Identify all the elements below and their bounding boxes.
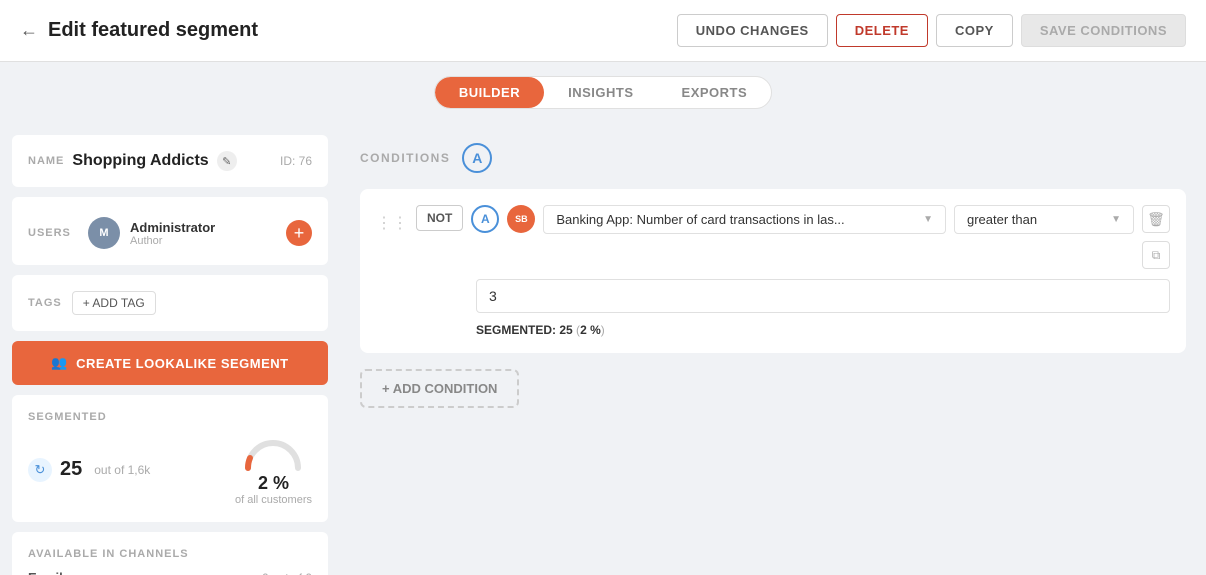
tabs-bar: BUILDER INSIGHTS EXPORTS [0,62,1206,123]
add-tag-button[interactable]: + ADD TAG [72,291,156,315]
user-name: Administrator [130,220,276,235]
channels-card: AVAILABLE IN CHANNELS Emails 0 out of 0 [12,532,328,575]
channel-row: Emails 0 out of 0 [28,570,312,575]
header-actions: UNDO CHANGES DELETE COPY SAVE CONDITIONS [677,14,1186,47]
name-row: NAME Shopping Addicts ✎ ID: 76 [28,151,312,171]
main-layout: NAME Shopping Addicts ✎ ID: 76 USERS M A… [0,123,1206,575]
users-row: USERS M Administrator Author + [28,217,312,249]
field-text: Banking App: Number of card transactions… [556,212,844,227]
gauge-container: 2 % of all customers [235,433,312,506]
value-input-row [376,279,1170,313]
segmented-info-count: 25 [559,323,572,337]
segmented-row: ↻ 25 out of 1,6k 2 % of all customers [28,433,312,506]
segmented-label: SEGMENTED [28,411,312,423]
conditions-badge: A [462,143,492,173]
conditions-label: CONDITIONS [360,151,450,165]
user-role: Author [130,235,276,247]
add-user-button[interactable]: + [286,220,312,246]
condition-a-badge: A [471,205,499,233]
save-conditions-button[interactable]: SAVE CONDITIONS [1021,14,1186,47]
lookalike-label: CREATE LOOKALIKE SEGMENT [76,356,289,371]
tabs-container: BUILDER INSIGHTS EXPORTS [434,76,772,109]
right-buttons: 🗑 ⧉ [1142,205,1170,269]
avatar: M [88,217,120,249]
refresh-icon[interactable]: ↻ [28,458,52,482]
delete-condition-button[interactable]: 🗑 [1142,205,1170,233]
segmented-count: ↻ 25 out of 1,6k [28,458,150,482]
tab-insights[interactable]: INSIGHTS [544,77,657,108]
segment-id: ID: 76 [280,154,312,168]
edit-name-button[interactable]: ✎ [217,151,237,171]
tags-row: TAGS + ADD TAG [28,291,312,315]
add-condition-button[interactable]: + ADD CONDITION [360,369,519,408]
tab-exports[interactable]: EXPORTS [658,77,772,108]
sidebar: NAME Shopping Addicts ✎ ID: 76 USERS M A… [0,123,340,575]
channel-name: Emails [28,570,70,575]
users-icon: 👥 [51,355,68,371]
drag-handle[interactable]: ⋮⋮ [376,213,408,233]
segmented-card: SEGMENTED ↻ 25 out of 1,6k 2 % of all cu… [12,395,328,522]
back-icon: ← [20,20,38,41]
name-label: NAME [28,155,64,167]
gauge-percent: 2 % [235,473,312,494]
channels-label: AVAILABLE IN CHANNELS [28,548,312,560]
header-left: ← Edit featured segment [20,19,258,42]
header: ← Edit featured segment UNDO CHANGES DEL… [0,0,1206,62]
segmented-info-percent: 2 % [580,323,601,337]
gauge-sub: of all customers [235,494,312,506]
operator-text: greater than [967,212,1037,227]
users-card: USERS M Administrator Author + [12,197,328,265]
out-of-text: out of 1,6k [94,463,150,477]
content-area: CONDITIONS A ⋮⋮ NOT A SB Banking App: Nu… [340,123,1206,575]
operator-dropdown-arrow: ▼ [1111,214,1121,225]
value-input[interactable] [476,279,1170,313]
users-label: USERS [28,227,78,239]
tags-card: TAGS + ADD TAG [12,275,328,331]
sb-badge: SB [507,205,535,233]
tab-builder[interactable]: BUILDER [435,77,544,108]
condition-block: ⋮⋮ NOT A SB Banking App: Number of card … [360,189,1186,353]
delete-button[interactable]: DELETE [836,14,928,47]
copy-button[interactable]: COPY [936,14,1013,47]
undo-button[interactable]: UNDO CHANGES [677,14,828,47]
count-number: 25 [60,458,82,481]
tags-label: TAGS [28,297,62,309]
user-info: Administrator Author [130,220,276,247]
page-title: Edit featured segment [48,19,258,42]
segmented-info-label: SEGMENTED: [476,323,556,337]
name-card: NAME Shopping Addicts ✎ ID: 76 [12,135,328,187]
condition-row: ⋮⋮ NOT A SB Banking App: Number of card … [376,205,1170,269]
field-dropdown-arrow: ▼ [923,214,933,225]
conditions-header: CONDITIONS A [360,143,1186,173]
condition-segmented-info: SEGMENTED: 25 (2 %) [376,323,1170,337]
segment-name: Shopping Addicts [72,152,208,170]
gauge-chart [243,433,303,473]
back-button[interactable]: ← [20,20,38,41]
operator-select[interactable]: greater than ▼ [954,205,1134,234]
channel-count: 0 out of 0 [262,571,312,575]
not-badge[interactable]: NOT [416,205,463,231]
copy-condition-button[interactable]: ⧉ [1142,241,1170,269]
condition-field-select[interactable]: Banking App: Number of card transactions… [543,205,946,234]
create-lookalike-button[interactable]: 👥 CREATE LOOKALIKE SEGMENT [12,341,328,385]
